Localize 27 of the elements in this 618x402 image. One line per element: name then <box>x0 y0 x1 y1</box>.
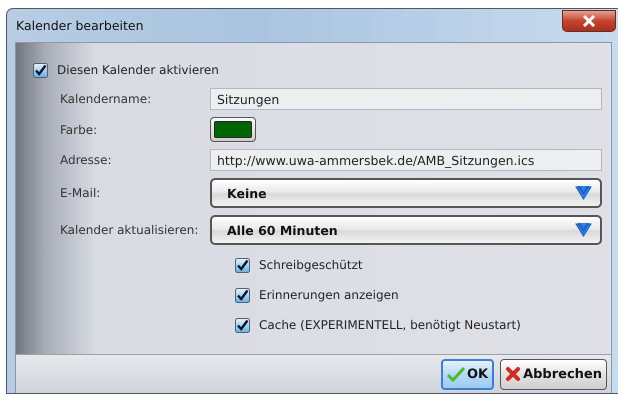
color-button[interactable] <box>210 117 256 142</box>
checkbox-label: Diesen Kalender aktivieren <box>57 63 219 77</box>
input-field[interactable]: Sitzungen <box>210 88 602 110</box>
checkbox-label: Schreibgeschützt <box>259 258 363 272</box>
cross-icon <box>505 366 522 382</box>
window-title: Kalender bearbeiten <box>16 18 144 33</box>
close-icon <box>582 14 596 26</box>
close-button[interactable] <box>562 10 616 32</box>
field-label: Farbe: <box>60 122 98 136</box>
field-label: E-Mail: <box>60 186 102 200</box>
chevron-down-icon <box>575 222 592 238</box>
cancel-button[interactable]: Abbrechen <box>500 358 607 390</box>
checkbox-label: Erinnerungen anzeigen <box>259 288 399 302</box>
checkbox-label: Cache (EXPERIMENTELL, benötigt Neustart) <box>259 318 521 332</box>
chevron-down-icon <box>575 185 592 201</box>
dropdown[interactable]: Keine <box>210 178 602 208</box>
field-label: Adresse: <box>60 153 113 167</box>
checkmark-icon <box>446 366 465 382</box>
checkbox[interactable] <box>235 318 250 332</box>
ok-button[interactable]: OK <box>440 358 494 390</box>
field-label: Kalendername: <box>60 92 152 106</box>
input-field[interactable]: http://www.uwa-ammersbek.de/AMB_Sitzungen.ics <box>210 149 602 171</box>
checkbox[interactable] <box>235 288 250 302</box>
checkbox[interactable] <box>235 258 250 272</box>
field-label: Kalender aktualisieren: <box>60 223 200 237</box>
dropdown[interactable]: Alle 60 Minuten <box>210 215 602 245</box>
checkbox[interactable] <box>33 62 48 78</box>
